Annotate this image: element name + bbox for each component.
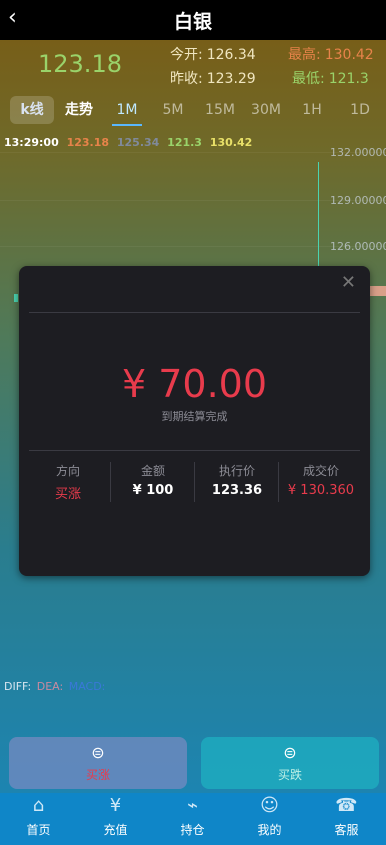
tab-1h[interactable]: 1H — [294, 92, 330, 128]
macd-indicator: DIFF: DEA: MACD: — [4, 680, 105, 693]
timeframe-tabs: k线 走势 1M 5M 15M 30M 1H 1D — [0, 92, 386, 128]
nav-mine[interactable]: ☺ 我的 — [231, 793, 308, 845]
amount-value: ¥ 100 — [132, 483, 174, 498]
deal-price-header: 成交价 — [302, 464, 339, 478]
diff-label: DIFF: — [4, 680, 32, 693]
low-stat: 最低: 121.3 — [292, 68, 369, 88]
buy-down-label: 买跌 — [277, 768, 302, 782]
grid-line — [0, 152, 386, 153]
price-marker — [370, 286, 386, 296]
tab-kline[interactable]: k线 — [10, 96, 54, 124]
settlement-amount: ¥ 70.00 — [121, 362, 268, 406]
divider — [110, 462, 111, 502]
nav-home-label: 首页 — [26, 823, 51, 837]
amount-header: 金额 — [140, 464, 165, 478]
tab-15m[interactable]: 15M — [200, 92, 240, 128]
candle-wick — [318, 162, 319, 272]
exec-price-header: 执行价 — [218, 464, 255, 478]
divider — [29, 312, 360, 313]
deal-price-value: ¥ 130.360 — [287, 483, 355, 498]
dea-label: DEA: — [36, 680, 64, 693]
prev-close-value: 123.29 — [206, 71, 256, 87]
nav-home[interactable]: ⌂ 首页 — [0, 793, 77, 845]
open-stat: 今开: 126.34 — [170, 44, 256, 64]
tab-1m[interactable]: 1M — [108, 92, 146, 128]
quote-panel: 123.18 今开: 126.34 最高: 130.42 昨收: 123.29 最低:… — [0, 40, 386, 92]
high-value: 130.42 — [324, 47, 374, 63]
low-value: 121.3 — [328, 71, 369, 87]
top-bar: ‹ 白银 — [0, 0, 386, 40]
settlement-modal: ✕ ¥ 70.00 到期结算完成 方向 买涨 金额 ¥ 100 执行价 123.… — [19, 266, 370, 576]
settlement-status: 到期结算完成 — [161, 410, 228, 423]
nav-positions-label: 持仓 — [180, 823, 205, 837]
buy-up-label: 买涨 — [85, 768, 110, 782]
chart-info-time: 13:29:00 — [4, 136, 59, 149]
deal-price-col: 成交价 ¥ 130.360 — [280, 462, 362, 500]
y-axis-label: 126.00000 — [330, 240, 386, 253]
divider — [29, 450, 360, 451]
y-axis-label: 129.00000 — [330, 194, 386, 207]
user-icon: ☺ — [260, 795, 279, 816]
open-label: 今开: — [170, 47, 203, 63]
chart-info-v3: 121.3 — [167, 136, 202, 149]
buy-up-button[interactable]: ⊜ 买涨 — [9, 737, 187, 789]
amount-col: 金额 ¥ 100 — [112, 462, 194, 500]
high-stat: 最高: 130.42 — [288, 44, 374, 64]
close-icon[interactable]: ✕ — [341, 272, 356, 293]
nav-recharge[interactable]: ¥ 充值 — [77, 793, 154, 845]
chart-info-v1: 123.18 — [66, 136, 110, 149]
y-axis-label: 132.00000 — [330, 146, 386, 159]
grid-line — [0, 246, 386, 247]
wallet-icon: ¥ — [109, 795, 122, 816]
nav-support[interactable]: ☎ 客服 — [308, 793, 385, 845]
divider — [278, 462, 279, 502]
nav-mine-label: 我的 — [257, 823, 282, 837]
high-label: 最高: — [288, 47, 321, 63]
exec-price-col: 执行价 123.36 — [196, 462, 278, 500]
support-icon: ☎ — [335, 795, 358, 816]
buy-down-button[interactable]: ⊜ 买跌 — [201, 737, 379, 789]
tab-5m[interactable]: 5M — [154, 92, 192, 128]
divider — [194, 462, 195, 502]
chart-info-v4: 130.42 — [209, 136, 253, 149]
home-icon: ⌂ — [32, 795, 45, 816]
chart-icon: ⌁ — [187, 795, 198, 816]
nav-recharge-label: 充值 — [103, 823, 128, 837]
direction-col: 方向 买涨 — [27, 462, 109, 502]
exec-price-value: 123.36 — [211, 483, 263, 498]
page-title: 白银 — [173, 10, 212, 33]
yen-icon: ⊜ — [283, 743, 297, 762]
current-price: 123.18 — [38, 50, 122, 78]
bottom-nav: ⌂ 首页 ¥ 充值 ⌁ 持仓 ☺ 我的 ☎ 客服 — [0, 793, 386, 845]
open-value: 126.34 — [206, 47, 256, 63]
direction-header: 方向 — [55, 464, 80, 478]
grid-line — [0, 200, 386, 201]
tab-1d[interactable]: 1D — [342, 92, 378, 128]
yen-icon: ⊜ — [91, 743, 105, 762]
tab-trend[interactable]: 走势 — [56, 96, 102, 124]
chart-info-v2: 125.34 — [116, 136, 160, 149]
prev-close-stat: 昨收: 123.29 — [170, 68, 256, 88]
macd-label: MACD: — [68, 680, 106, 693]
prev-close-label: 昨收: — [170, 71, 203, 87]
candle-marker — [14, 294, 18, 302]
low-label: 最低: — [292, 71, 325, 87]
direction-value: 买涨 — [54, 487, 81, 502]
chart-info: 13:29:00 123.18 125.34 121.3 130.42 — [4, 136, 256, 149]
nav-support-label: 客服 — [334, 823, 359, 837]
chevron-left-icon[interactable]: ‹ — [8, 6, 28, 30]
nav-positions[interactable]: ⌁ 持仓 — [154, 793, 231, 845]
tab-30m[interactable]: 30M — [246, 92, 286, 128]
